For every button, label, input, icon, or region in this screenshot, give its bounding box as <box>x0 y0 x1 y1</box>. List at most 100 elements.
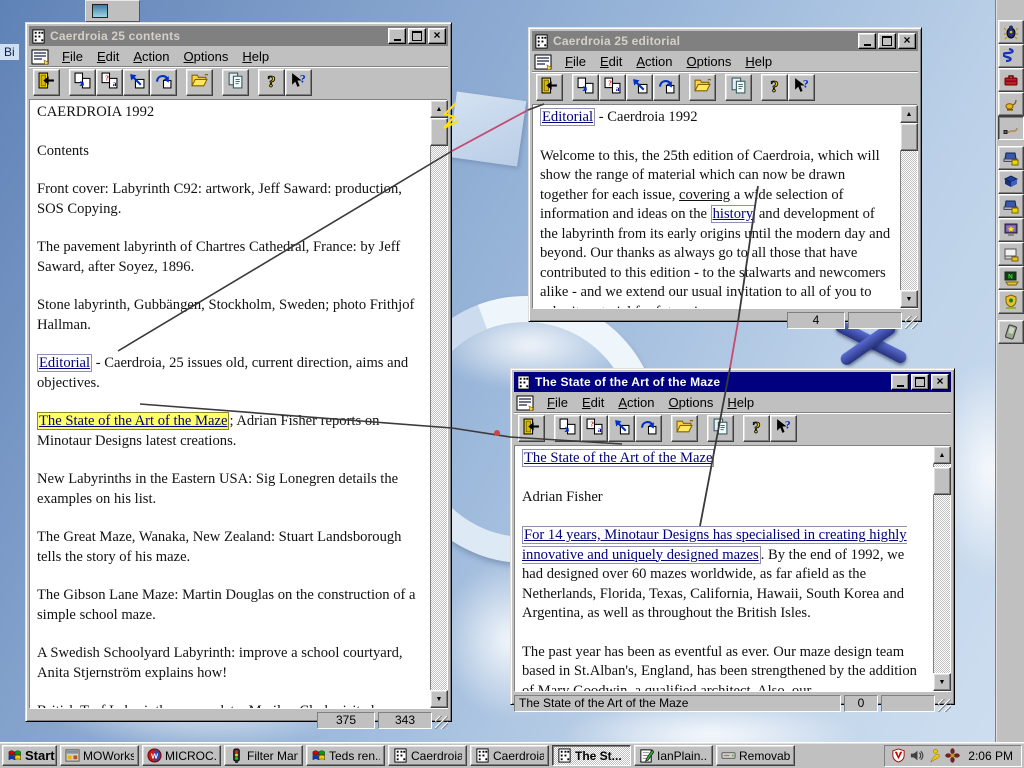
laptop-disk-launcher-icon[interactable] <box>997 146 1024 170</box>
titlebar[interactable]: Caerdroia 25 contents × <box>29 26 448 46</box>
open-file-button[interactable] <box>689 74 716 101</box>
aim-messenger-icon[interactable] <box>927 748 942 763</box>
scroll-thumb[interactable] <box>900 123 918 151</box>
taskbar-button-filterman[interactable]: Filter Man... <box>224 745 303 766</box>
document-menu-icon[interactable] <box>534 54 554 70</box>
close-button[interactable]: × <box>931 374 949 390</box>
taskbar-button-ianplain[interactable]: IanPlain... <box>634 745 713 766</box>
hyperlink[interactable]: Editorial <box>540 108 596 126</box>
menu-edit[interactable]: Edit <box>593 53 629 71</box>
volume-icon[interactable] <box>909 748 924 763</box>
exit-button[interactable] <box>518 415 545 442</box>
taskbar-button-caerdroia[interactable]: Caerdroia... <box>388 745 467 766</box>
start-button[interactable]: Start <box>2 745 57 766</box>
resize-grip[interactable] <box>905 316 918 329</box>
menu-help[interactable]: Help <box>720 394 761 412</box>
find-page-button[interactable]: ? a <box>599 74 626 101</box>
menu-file[interactable]: File <box>540 394 575 412</box>
notebook-launcher-icon[interactable] <box>997 170 1024 194</box>
menu-action[interactable]: Action <box>611 394 661 412</box>
copy-button[interactable] <box>222 69 249 96</box>
maximize-button[interactable] <box>911 374 929 390</box>
desktop-icon-label[interactable]: Bi <box>0 44 19 60</box>
virus-shield-icon[interactable] <box>891 748 906 763</box>
copy-button[interactable] <box>725 74 752 101</box>
minimize-button[interactable] <box>388 28 406 44</box>
jump-back-button[interactable] <box>608 415 635 442</box>
jump-back-button[interactable] <box>626 74 653 101</box>
exit-button[interactable] <box>536 74 563 101</box>
scroll-down-button[interactable]: ▼ <box>900 290 918 308</box>
open-file-button[interactable] <box>186 69 213 96</box>
taskbar-button-thest[interactable]: The St... <box>552 745 631 766</box>
drive-box-launcher-icon[interactable] <box>997 242 1024 266</box>
replace-page-button[interactable] <box>69 69 96 96</box>
resize-grip[interactable] <box>938 699 951 712</box>
vertical-scrollbar[interactable]: ▲ ▼ <box>933 446 951 691</box>
replace-page-button[interactable] <box>554 415 581 442</box>
taskbar-button-microc[interactable]: W MICROC... <box>142 745 221 766</box>
menu-edit[interactable]: Edit <box>575 394 611 412</box>
resize-grip[interactable] <box>435 716 448 729</box>
bug-launcher-icon[interactable] <box>997 20 1024 44</box>
menu-file[interactable]: File <box>55 48 90 66</box>
cable-launcher-icon[interactable] <box>997 116 1024 140</box>
handheld-launcher-icon[interactable] <box>997 320 1024 344</box>
open-file-button[interactable] <box>671 415 698 442</box>
menu-action[interactable]: Action <box>629 53 679 71</box>
taskbar-button-moworks[interactable]: MOWorks <box>60 745 139 766</box>
jump-forward-button[interactable] <box>150 69 177 96</box>
minimize-button[interactable] <box>858 33 876 49</box>
jump-back-button[interactable] <box>123 69 150 96</box>
help-button[interactable]: ? <box>258 69 285 96</box>
vertical-scrollbar[interactable]: ▲ ▼ <box>900 105 918 308</box>
menu-options[interactable]: Options <box>680 53 739 71</box>
titlebar[interactable]: Caerdroia 25 editorial × <box>532 31 918 51</box>
laptop-save-launcher-icon[interactable] <box>997 194 1024 218</box>
jump-forward-button[interactable] <box>635 415 662 442</box>
scroll-up-button[interactable]: ▲ <box>430 100 448 118</box>
help-button[interactable]: ? <box>743 415 770 442</box>
context-help-button[interactable]: ? <box>770 415 797 442</box>
scroll-down-button[interactable]: ▼ <box>933 673 951 691</box>
minimize-button[interactable] <box>891 374 909 390</box>
norton-monitor-launcher-icon[interactable]: N <box>997 266 1024 290</box>
scroll-down-button[interactable]: ▼ <box>430 690 448 708</box>
menu-help[interactable]: Help <box>738 53 779 71</box>
hyperlink-underline[interactable]: covering <box>679 187 730 203</box>
lamp-launcher-icon[interactable] <box>997 92 1024 116</box>
scroll-up-button[interactable]: ▲ <box>900 105 918 123</box>
document-menu-icon[interactable] <box>31 49 51 65</box>
hyperlink[interactable]: Editorial <box>37 354 93 372</box>
taskbar-button-removab[interactable]: Removab... <box>716 745 795 766</box>
toolbox-launcher-icon[interactable] <box>997 68 1024 92</box>
context-help-button[interactable]: ? <box>788 74 815 101</box>
taskbar-button-tedsren[interactable]: Teds ren... <box>306 745 385 766</box>
help-button[interactable]: ? <box>761 74 788 101</box>
vertical-scrollbar[interactable]: ▲ ▼ <box>430 100 448 708</box>
scroll-thumb[interactable] <box>430 118 448 146</box>
find-page-button[interactable]: ? a <box>581 415 608 442</box>
menu-edit[interactable]: Edit <box>90 48 126 66</box>
copy-button[interactable] <box>707 415 734 442</box>
hyperlink[interactable]: history <box>710 205 756 223</box>
hyperlink-highlighted[interactable]: The State of the Art of the Maze <box>37 412 230 430</box>
menu-action[interactable]: Action <box>126 48 176 66</box>
menu-help[interactable]: Help <box>235 48 276 66</box>
flower-scan-icon[interactable] <box>945 748 961 763</box>
maximize-button[interactable] <box>878 33 896 49</box>
minimized-window-fragment[interactable] <box>85 0 140 22</box>
jump-forward-button[interactable] <box>653 74 680 101</box>
document-menu-icon[interactable] <box>516 395 536 411</box>
context-help-button[interactable]: ? <box>285 69 312 96</box>
close-button[interactable]: × <box>898 33 916 49</box>
close-button[interactable]: × <box>428 28 446 44</box>
menu-options[interactable]: Options <box>177 48 236 66</box>
menu-options[interactable]: Options <box>662 394 721 412</box>
monitor-star-launcher-icon[interactable] <box>997 218 1024 242</box>
taskbar-button-caerdroia[interactable]: Caerdroia... <box>470 745 549 766</box>
exit-button[interactable] <box>33 69 60 96</box>
titlebar[interactable]: The State of the Art of the Maze × <box>514 372 951 392</box>
spring-launcher-icon[interactable] <box>997 44 1024 68</box>
maximize-button[interactable] <box>408 28 426 44</box>
